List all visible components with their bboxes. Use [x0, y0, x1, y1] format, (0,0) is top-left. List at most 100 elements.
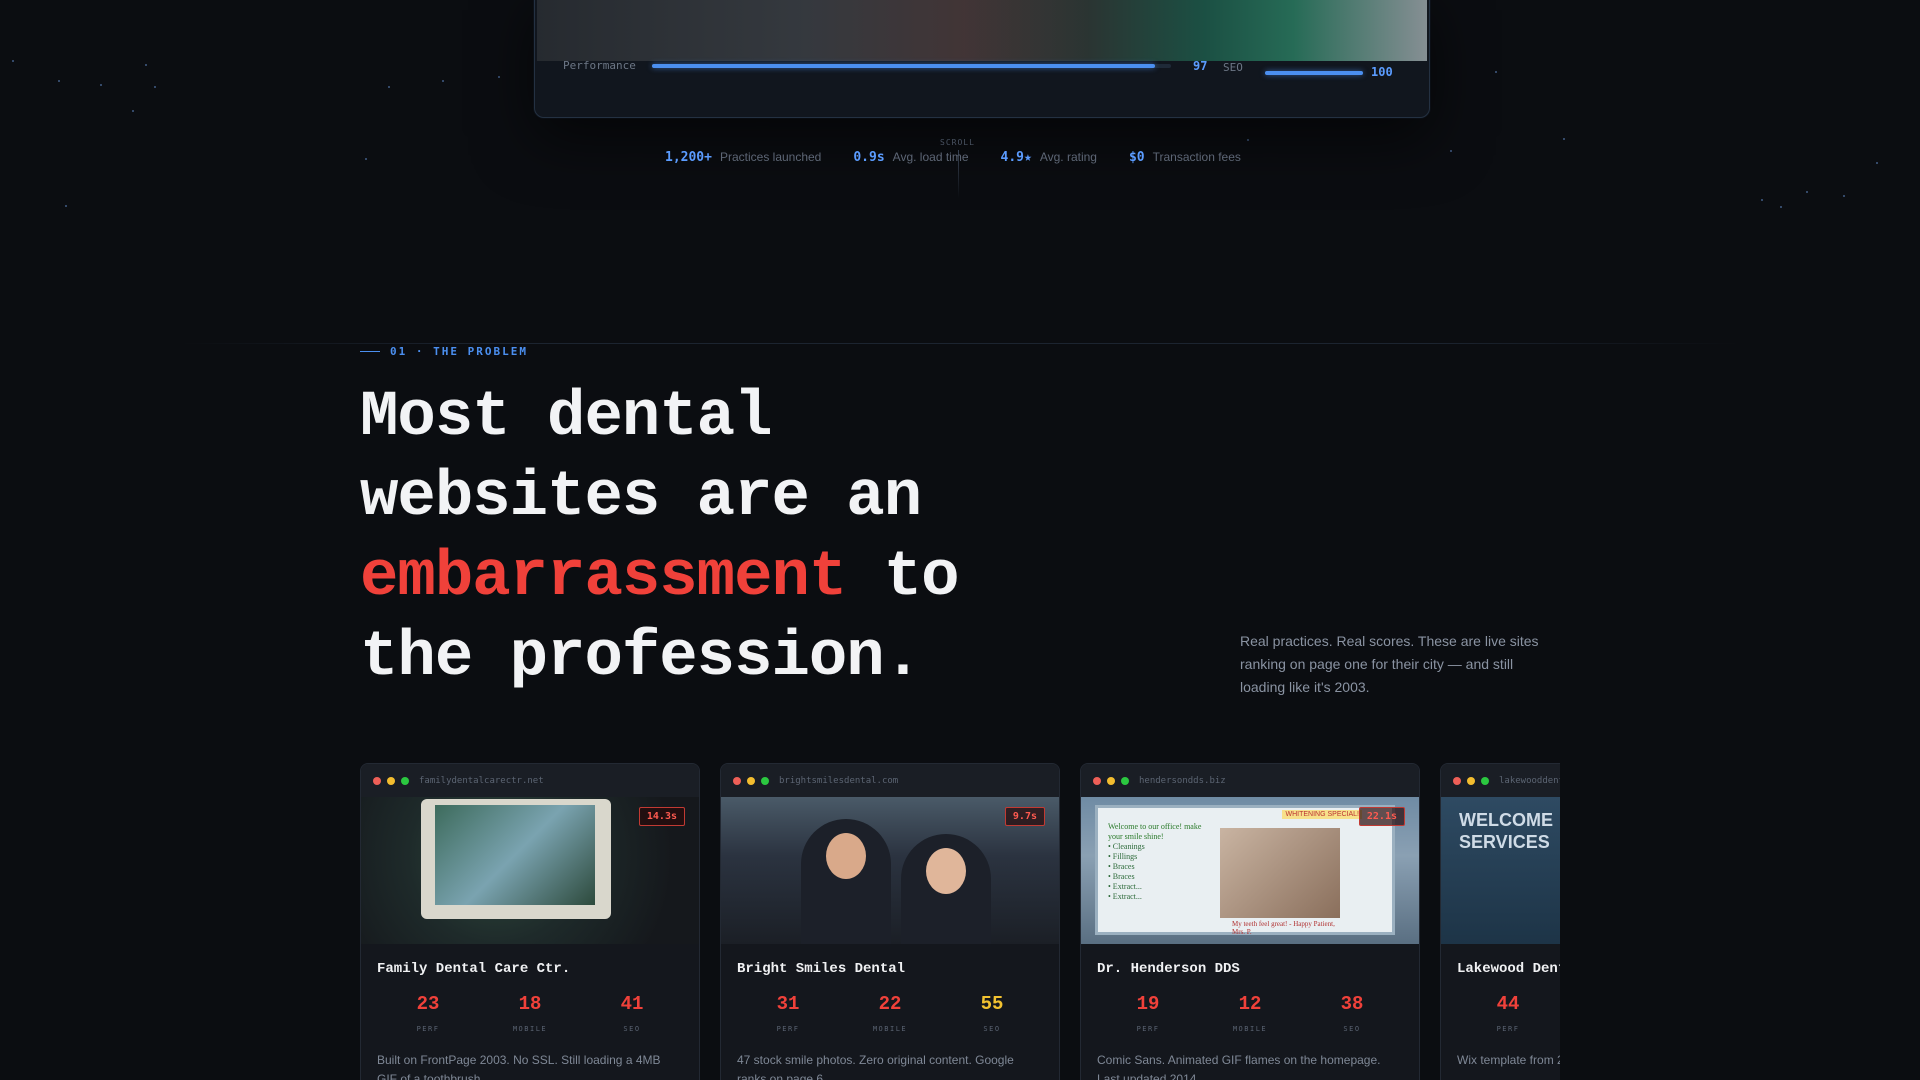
stock-photo-people — [781, 807, 1001, 944]
score-row: 23 PERF 18 MOBILE 41 SEO — [361, 993, 699, 1033]
stat-label: Avg. load time — [892, 150, 969, 164]
hero-preview-window: Performance 97 SEO 100 — [534, 0, 1430, 118]
scroll-hint: SCROLL — [940, 138, 975, 147]
stat-value: $0 — [1128, 150, 1145, 165]
site-description: Built on FrontPage 2003. No SSL. Still l… — [377, 1053, 661, 1080]
score-label: PERF — [776, 1025, 800, 1033]
maximize-dot-icon — [1121, 776, 1129, 785]
stat-label: Transaction fees — [1152, 150, 1241, 164]
site-description: Wix template from 2012. Book button goes… — [1457, 1053, 1560, 1067]
performance-label: Performance — [563, 59, 636, 72]
close-dot-icon — [733, 776, 741, 785]
score-label: MOBILE — [1232, 1025, 1268, 1033]
score-label: MOBILE — [872, 1025, 908, 1033]
stat-value: 0.9s — [853, 150, 885, 165]
score-mobile: 12 MOBILE — [1199, 993, 1301, 1033]
score-perf: 44 PERF — [1457, 993, 1559, 1033]
kicker-text: 01 · THE PROBLEM — [390, 345, 528, 358]
minimize-dot-icon — [1467, 776, 1475, 785]
score-value: 31 — [776, 993, 800, 1015]
load-time-badge: 14.3s — [638, 807, 685, 826]
site-url: familydentalcarectr.net — [419, 775, 544, 786]
services-heading: WELCOME SERVICES — [1459, 810, 1553, 852]
score-label: MOBILE — [512, 1025, 548, 1033]
stat-label: Practices launched — [719, 150, 822, 164]
site-url: hendersondds.biz — [1139, 775, 1226, 786]
site-url: brightsmilesdental.com — [779, 775, 899, 786]
browser-bar: brightsmilesdental.com — [721, 764, 1059, 797]
poster-item: • Braces — [1108, 872, 1135, 881]
score-perf: 19 PERF — [1097, 993, 1199, 1033]
retro-site-poster: Welcome to our office! make your smile s… — [1095, 805, 1395, 936]
score-value: 12 — [1238, 993, 1262, 1015]
score-seo: 41 SEO — [581, 993, 683, 1033]
stat-label: Avg. rating — [1039, 150, 1097, 164]
stat-rating: 4.9★ Avg. rating — [1001, 150, 1097, 165]
poster-quote: My teeth feel great! - Happy Patient, Mr… — [1232, 920, 1335, 936]
score-label: SEO — [1343, 1025, 1361, 1033]
close-dot-icon — [373, 776, 381, 785]
score-row: 31 PERF 22 MOBILE 55 SEO — [721, 993, 1059, 1033]
site-name: Bright Smiles Dental — [737, 961, 906, 977]
site-card[interactable]: brightsmilesdental.com 9.7s Bright Smile… — [720, 763, 1060, 1080]
poster-item: • Extract... — [1108, 892, 1142, 901]
site-description: Comic Sans. Animated GIF flames on the h… — [1097, 1053, 1381, 1080]
score-row: 19 PERF 12 MOBILE 38 SEO — [1081, 993, 1419, 1033]
maximize-dot-icon — [401, 776, 409, 785]
performance-track — [652, 64, 1171, 68]
score-label: PERF — [416, 1025, 440, 1033]
site-url: lakewooddentistry.com — [1499, 775, 1560, 786]
poster-title: Welcome to our office! make your smile s… — [1108, 822, 1202, 841]
load-time-badge: 22.1s — [1358, 807, 1405, 826]
stat-value: 1,200+ — [665, 150, 712, 165]
stat-practices: 1,200+ Practices launched — [665, 150, 821, 165]
score-value: 38 — [1340, 993, 1364, 1015]
site-cards-carousel[interactable]: familydentalcarectr.net 14.3s Family Den… — [360, 763, 1560, 1080]
score-value: 19 — [1136, 993, 1160, 1015]
score-perf: 23 PERF — [377, 993, 479, 1033]
site-card[interactable]: familydentalcarectr.net 14.3s Family Den… — [360, 763, 700, 1080]
seo-label: SEO — [1223, 61, 1243, 74]
poster-list: Welcome to our office! make your smile s… — [1108, 822, 1218, 902]
section-kicker: 01 · THE PROBLEM — [360, 345, 528, 358]
score-label: SEO — [623, 1025, 641, 1033]
score-value: 41 — [620, 993, 644, 1015]
score-perf: 31 PERF — [737, 993, 839, 1033]
poster-item: • Fillings — [1108, 852, 1138, 861]
side-note: Real practices. Real scores. These are l… — [1240, 633, 1539, 695]
section-divider — [180, 343, 1740, 344]
score-mobile: 18 MOBILE — [479, 993, 581, 1033]
stats-row: 1,200+ Practices launched 0.9s Avg. load… — [665, 150, 1273, 165]
poster-item: • Cleanings — [1108, 842, 1145, 851]
score-label: SEO — [983, 1025, 1001, 1033]
score-seo: 38 SEO — [1301, 993, 1403, 1033]
poster-banner: WHITENING SPECIAL! — [1282, 810, 1362, 819]
seo-track — [1265, 71, 1363, 75]
site-screenshot: 9.7s — [721, 797, 1059, 944]
score-bars: Performance 97 SEO 100 — [535, 49, 1429, 89]
score-value: 44 — [1496, 993, 1520, 1015]
site-card[interactable]: hendersondds.biz Welcome to our office! … — [1080, 763, 1420, 1080]
site-name: Lakewood Dentistry — [1457, 961, 1560, 977]
poster-item: • Extract... — [1108, 882, 1142, 891]
site-screenshot: WELCOME SERVICES — [1441, 797, 1560, 944]
maximize-dot-icon — [1481, 776, 1489, 785]
seo-fill — [1265, 71, 1363, 75]
score-mobile: 22 MOBILE — [839, 993, 941, 1033]
browser-bar: lakewooddentistry.com — [1441, 764, 1560, 797]
stat-fees: $0 Transaction fees — [1129, 150, 1241, 165]
score-label: PERF — [1136, 1025, 1160, 1033]
site-screenshot: Welcome to our office! make your smile s… — [1081, 797, 1419, 944]
score-label: PERF — [1496, 1025, 1520, 1033]
score-value: 18 — [518, 993, 542, 1015]
site-description: 47 stock smile photos. Zero original con… — [737, 1053, 1014, 1080]
headline-part1: Most dental websites are an — [360, 382, 922, 534]
score-value: 55 — [980, 993, 1004, 1015]
page-title: Most dental websites are an embarrassmen… — [360, 378, 980, 698]
load-time-badge: 9.7s — [1004, 807, 1045, 826]
performance-fill — [652, 64, 1156, 68]
browser-bar: hendersondds.biz — [1081, 764, 1419, 797]
site-card[interactable]: lakewooddentistry.com WELCOME SERVICES L… — [1440, 763, 1560, 1080]
site-screenshot: 14.3s — [361, 797, 699, 944]
minimize-dot-icon — [747, 776, 755, 785]
